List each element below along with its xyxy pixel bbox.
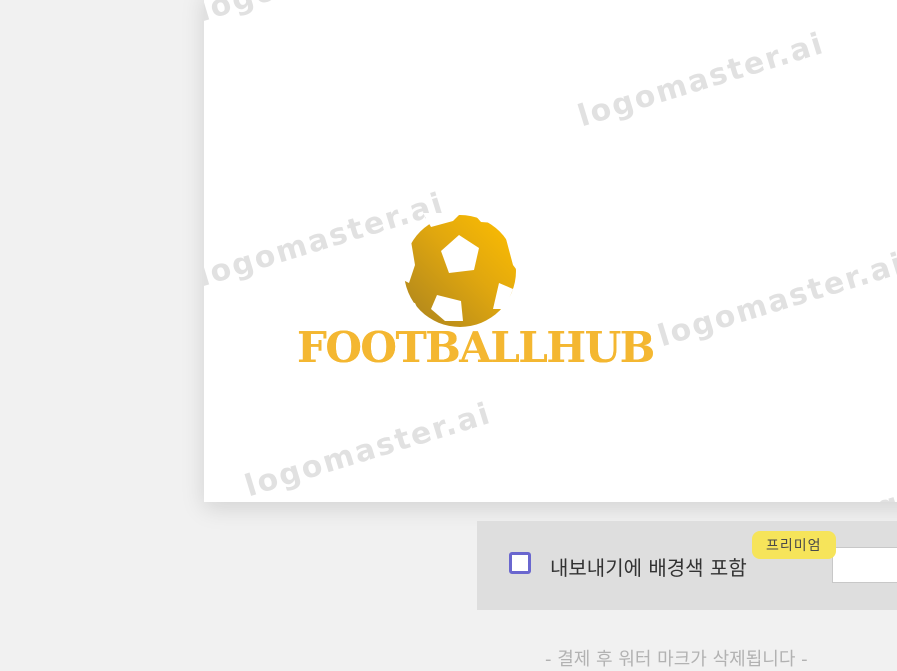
watermark: logomaster.ai xyxy=(240,396,496,502)
soccer-ball-icon xyxy=(401,213,519,329)
watermark: logomaster.ai xyxy=(204,0,448,29)
premium-badge: 프리미엄 xyxy=(752,531,836,559)
background-color-field[interactable] xyxy=(832,547,897,583)
watermark-removal-note: - 결제 후 워터 마크가 삭제됩니다 - xyxy=(545,649,808,670)
watermark: logomaster.ai xyxy=(838,428,897,502)
include-background-checkbox[interactable] xyxy=(509,552,531,574)
watermark: logomaster.ai xyxy=(573,26,829,135)
export-options-bar: 내보내기에 배경색 포함 프리미엄 xyxy=(477,521,897,610)
logo-preview-card: logomaster.ai logomaster.ai logomaster.a… xyxy=(204,0,897,502)
include-background-label[interactable]: 내보내기에 배경색 포함 xyxy=(550,552,747,581)
watermark: logomaster.ai xyxy=(653,246,897,355)
logo-brand-name: FOOTBALLHUB xyxy=(297,323,655,372)
